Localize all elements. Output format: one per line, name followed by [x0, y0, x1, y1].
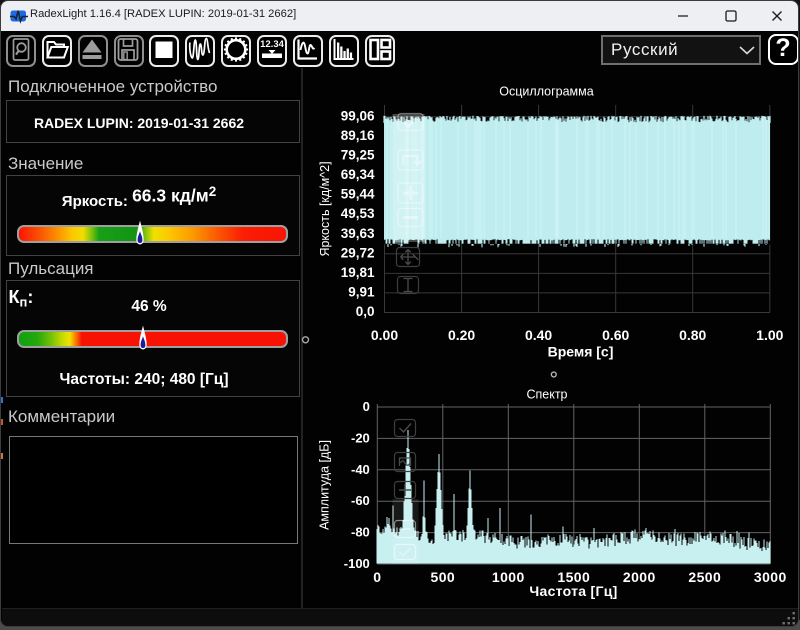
svg-text:Осциллограмма: Осциллограмма — [499, 85, 593, 99]
svg-text:-40: -40 — [351, 462, 370, 477]
svg-text:Частота [Гц]: Частота [Гц] — [529, 583, 617, 599]
svg-text:29,72: 29,72 — [341, 245, 375, 260]
svg-text:500: 500 — [431, 569, 456, 585]
svg-text:59,44: 59,44 — [341, 187, 375, 202]
svg-text:-80: -80 — [351, 525, 370, 540]
svg-text:Спектр: Спектр — [526, 388, 567, 402]
svg-text:Амплитуда [дБ]: Амплитуда [дБ] — [318, 440, 332, 530]
svg-text:0: 0 — [373, 569, 381, 585]
svg-text:0,0: 0,0 — [356, 304, 375, 319]
svg-text:Время [с]: Время [с] — [548, 344, 614, 360]
svg-text:-20: -20 — [351, 430, 370, 445]
svg-text:0.60: 0.60 — [602, 327, 629, 343]
svg-text:-60: -60 — [351, 493, 370, 508]
svg-text:0.20: 0.20 — [448, 327, 475, 343]
svg-text:-100: -100 — [344, 556, 370, 571]
svg-text:2000: 2000 — [623, 569, 656, 585]
svg-text:1.00: 1.00 — [756, 327, 783, 343]
svg-text:9,91: 9,91 — [348, 285, 375, 300]
svg-text:79,25: 79,25 — [341, 148, 375, 163]
svg-text:1000: 1000 — [492, 569, 525, 585]
svg-text:0.80: 0.80 — [679, 327, 706, 343]
svg-text:Яркость [кд/м^2]: Яркость [кд/м^2] — [318, 161, 332, 256]
svg-text:0.40: 0.40 — [525, 327, 552, 343]
svg-text:39,63: 39,63 — [341, 226, 375, 241]
svg-text:19,81: 19,81 — [341, 265, 375, 280]
svg-text:3000: 3000 — [754, 569, 787, 585]
svg-text:89,16: 89,16 — [341, 128, 375, 143]
svg-text:69,34: 69,34 — [341, 167, 375, 182]
svg-text:0.00: 0.00 — [371, 327, 398, 343]
svg-text:99,06: 99,06 — [341, 108, 375, 123]
svg-text:0: 0 — [363, 399, 370, 414]
svg-text:49,53: 49,53 — [341, 206, 375, 221]
svg-text:2500: 2500 — [688, 569, 721, 585]
